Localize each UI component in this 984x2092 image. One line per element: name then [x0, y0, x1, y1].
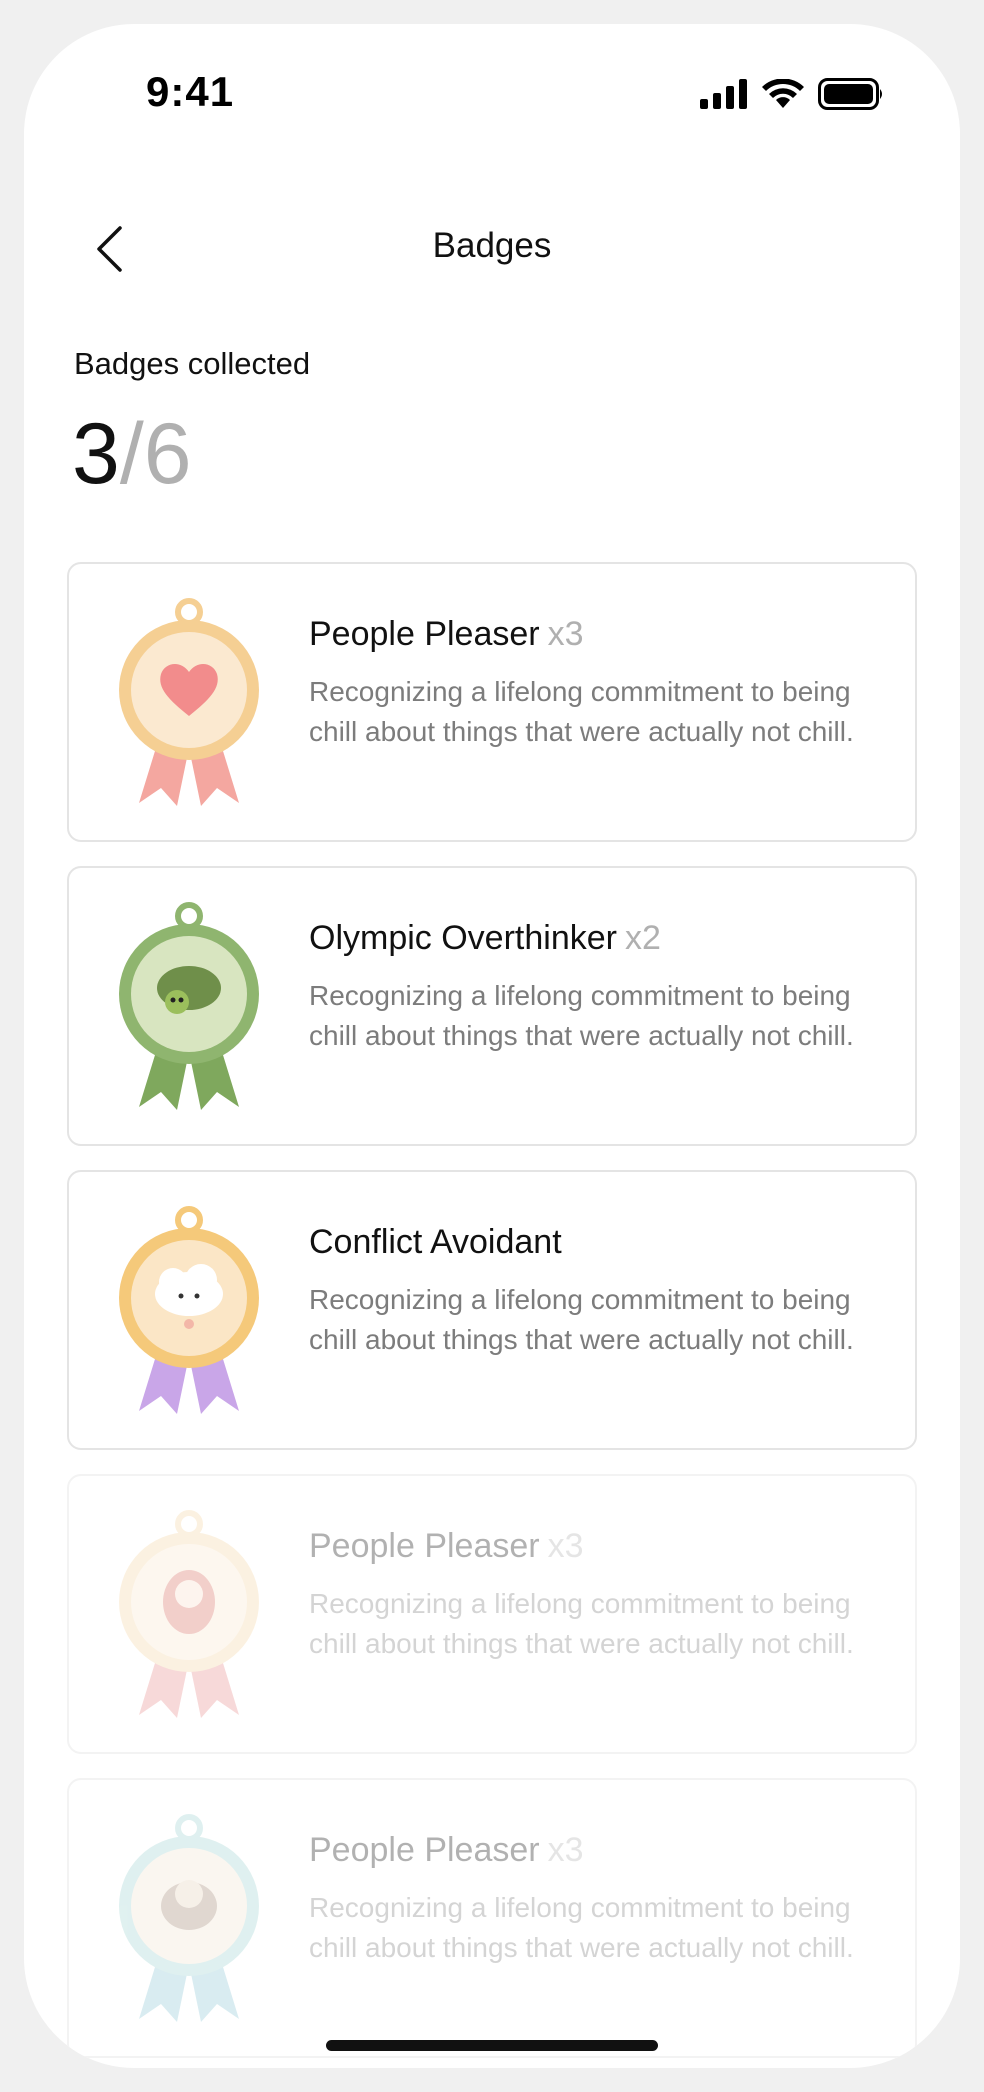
status-time: 9:41 — [146, 68, 235, 115]
badge-card[interactable]: People Pleaser x3 Recognizing a lifelong … — [67, 1474, 917, 1754]
badge-multiplier: x3 — [547, 1527, 584, 1565]
badge-text: Conflict Avoidant Recognizing a lifelong… — [309, 1220, 869, 1360]
badge-text: Olympic Overthinker x2 Recognizing a life… — [309, 916, 869, 1056]
badge-title: People Pleaser x3 — [309, 1828, 869, 1872]
badge-description: Recognizing a lifelong commitment to bei… — [309, 1892, 854, 1963]
signal-icon — [700, 79, 747, 109]
badge-multiplier: x2 — [624, 919, 661, 957]
girl-medal-icon — [119, 1510, 259, 1718]
badge-text: People Pleaser x3 Recognizing a lifelong … — [309, 1828, 869, 1968]
badge-title: Conflict Avoidant — [309, 1220, 869, 1264]
badge-multiplier: x3 — [547, 615, 584, 653]
status-bar: 9:41 — [24, 24, 960, 144]
badge-text: People Pleaser x3 Recognizing a lifelong … — [309, 1524, 869, 1664]
badge-name: Conflict Avoidant — [309, 1223, 562, 1261]
badge-card[interactable]: Conflict Avoidant Recognizing a lifelong… — [67, 1170, 917, 1450]
sloth-medal-icon — [119, 1814, 259, 2022]
badge-description: Recognizing a lifelong commitment to bei… — [309, 980, 854, 1051]
badge-text: People Pleaser x3 Recognizing a lifelong … — [309, 612, 869, 752]
phone-screen: 9:41 Badges Badges collected 3/6 People … — [24, 24, 960, 2068]
wifi-icon — [762, 79, 804, 108]
badge-name: People Pleaser — [309, 1527, 540, 1565]
badges-collected-label: Badges collected — [74, 346, 311, 381]
badge-name: People Pleaser — [309, 615, 540, 653]
battery-icon — [818, 78, 882, 110]
badge-description: Recognizing a lifelong commitment to bei… — [309, 1284, 854, 1355]
status-icons — [700, 78, 884, 110]
badge-title: Olympic Overthinker x2 — [309, 916, 869, 960]
total-number: /6 — [119, 406, 192, 502]
cloud-medal-icon — [119, 1206, 259, 1414]
badge-name: Olympic Overthinker — [309, 919, 617, 957]
badge-description: Recognizing a lifelong commitment to bei… — [309, 676, 854, 747]
heart-medal-icon — [119, 598, 259, 806]
home-indicator[interactable] — [326, 2040, 658, 2051]
badge-multiplier: x3 — [547, 1831, 584, 1869]
badge-title: People Pleaser x3 — [309, 612, 869, 656]
turtle-medal-icon — [119, 902, 259, 1110]
nav-bar: Badges — [24, 204, 960, 294]
badge-card[interactable]: People Pleaser x3 Recognizing a lifelong … — [67, 1778, 917, 2058]
badge-card[interactable]: People Pleaser x3 Recognizing a lifelong … — [67, 562, 917, 842]
badges-collected-count: 3/6 — [72, 404, 192, 504]
collected-number: 3 — [72, 406, 120, 502]
badge-description: Recognizing a lifelong commitment to bei… — [309, 1588, 854, 1659]
badge-title: People Pleaser x3 — [309, 1524, 869, 1568]
badge-name: People Pleaser — [309, 1831, 540, 1869]
page-title: Badges — [432, 226, 552, 265]
badge-list: People Pleaser x3 Recognizing a lifelong … — [67, 562, 917, 2068]
badge-card[interactable]: Olympic Overthinker x2 Recognizing a life… — [67, 866, 917, 1146]
